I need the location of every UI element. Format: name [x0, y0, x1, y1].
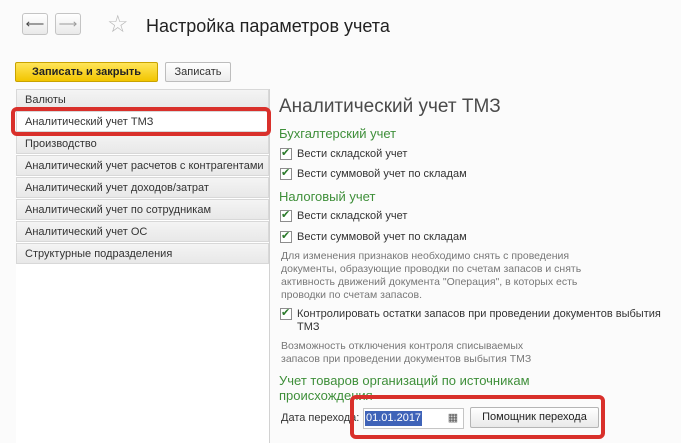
control-stock-checkbox[interactable] [280, 306, 292, 320]
sidebar-item-employee-analytics[interactable]: Аналитический учет по сотрудникам [16, 199, 269, 220]
tax-sum-checkbox[interactable] [280, 229, 292, 243]
star-icon[interactable]: ☆ [107, 11, 129, 39]
forward-button[interactable]: ⟶ [55, 13, 81, 35]
tax-warehouse-label: Вести складской учет [297, 210, 408, 222]
accounting-sum-checkbox[interactable] [280, 166, 292, 180]
page-title: Настройка параметров учета [146, 16, 390, 36]
highlight-frame-transition [350, 395, 605, 439]
control-stock-label-line1: Контролировать остатки запасов при прове… [297, 308, 661, 320]
sidebar-item-departments[interactable]: Структурные подразделения [16, 243, 269, 264]
accounting-warehouse-checkbox[interactable] [280, 146, 292, 160]
control-stock-label-line2: ТМЗ [297, 321, 320, 333]
highlight-frame-sidebar [11, 107, 271, 136]
sidebar-item-counterparty-analytics[interactable]: Аналитический учет расчетов с контрагент… [16, 155, 269, 176]
tax-warehouse-checkbox[interactable] [280, 208, 292, 222]
control-note: Возможность отключения контроля списывае… [281, 340, 532, 365]
sidebar-item-production[interactable]: Производство [16, 133, 269, 154]
accounting-sum-label: Вести суммовой учет по складам [297, 168, 467, 180]
accounting-warehouse-label: Вести складской учет [297, 148, 408, 160]
section-heading: Аналитический учет ТМЗ [279, 96, 501, 117]
transition-date-label: Дата перехода: [281, 412, 360, 424]
arrow-right-icon: ⟶ [58, 16, 78, 31]
tax-sum-label: Вести суммовой учет по складам [297, 231, 467, 243]
sidebar-item-income-expense-analytics[interactable]: Аналитический учет доходов/затрат [16, 177, 269, 198]
sources-section-title-line1: Учет товаров организаций по источникам [279, 373, 530, 388]
change-note: Для изменения признаков необходимо снять… [281, 250, 582, 301]
tax-section-title: Налоговый учет [279, 189, 376, 204]
save-and-close-button[interactable]: Записать и закрыть [15, 62, 158, 82]
accounting-section-title: Бухгалтерский учет [279, 126, 397, 141]
save-button[interactable]: Записать [165, 62, 231, 82]
back-button[interactable]: ⟵ [22, 13, 48, 35]
sidebar: Валюты Аналитический учет ТМЗ Производст… [16, 89, 270, 443]
arrow-left-icon: ⟵ [25, 16, 45, 31]
sidebar-item-fixed-assets-analytics[interactable]: Аналитический учет ОС [16, 221, 269, 242]
